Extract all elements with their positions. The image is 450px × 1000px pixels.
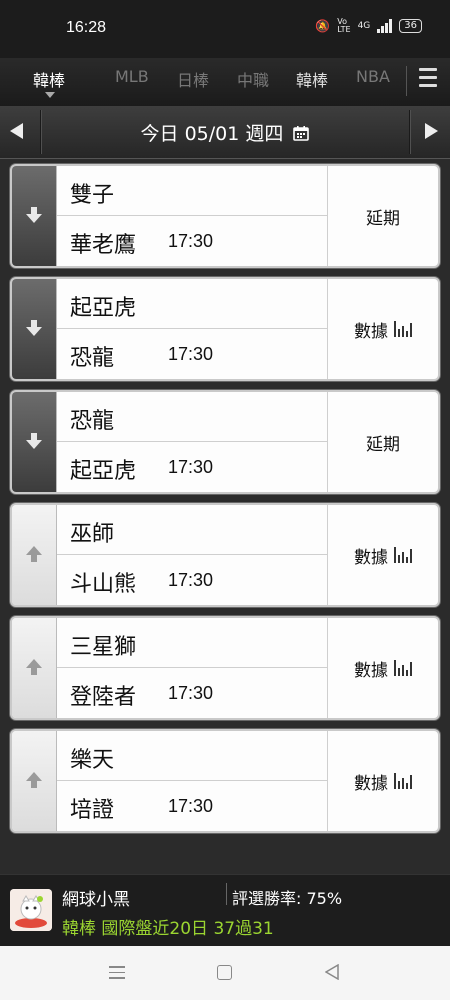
volte-icon: Vo LTE	[337, 17, 351, 34]
away-team: 登陸者	[70, 685, 137, 710]
calendar-icon[interactable]	[293, 124, 310, 146]
game-card[interactable]: 恐龍 起亞虎 17:30 延期	[10, 390, 440, 494]
divider	[409, 110, 410, 154]
trend-side	[12, 279, 57, 379]
bar-chart-icon	[394, 321, 412, 337]
tab-npb[interactable]: 日棒	[177, 67, 209, 91]
game-time: 17:30	[168, 683, 214, 703]
tab-kbo-active[interactable]: 韓棒	[33, 67, 65, 91]
game-list: 雙子 華老鷹 17:30 延期 起亞虎 恐龍 17:30 數據 恐龍 起亞虎 1…	[10, 164, 440, 842]
game-stats-button[interactable]: 數據	[328, 279, 438, 379]
bar-chart-icon	[394, 660, 412, 676]
game-time: 17:30	[168, 457, 214, 477]
game-card[interactable]: 樂天 培證 17:30 數據	[10, 729, 440, 833]
mute-icon: 🔕	[315, 19, 331, 33]
home-icon[interactable]	[217, 965, 232, 980]
divider	[57, 780, 327, 781]
game-card[interactable]: 巫師 斗山熊 17:30 數據	[10, 503, 440, 607]
game-time: 17:30	[168, 796, 214, 816]
trend-side	[12, 731, 57, 831]
trend-side	[12, 166, 57, 266]
arrow-up-icon	[24, 658, 44, 680]
tab-dropdown-indicator-icon[interactable]	[45, 92, 55, 98]
date-label: 今日 05/01 週四	[140, 123, 284, 145]
game-card[interactable]: 起亞虎 恐龍 17:30 數據	[10, 277, 440, 381]
tab-mlb[interactable]: MLB	[115, 67, 149, 86]
tab-divider	[406, 66, 407, 96]
divider	[57, 441, 327, 442]
game-time: 17:30	[168, 570, 214, 590]
home-team: 恐龍	[70, 409, 115, 434]
tipster-name: 網球小黑	[62, 890, 130, 910]
divider	[57, 554, 327, 555]
status-bar: 16:28 🔕 Vo LTE 4G 36	[0, 0, 450, 58]
battery-icon: 36	[399, 19, 422, 33]
away-team: 斗山熊	[70, 572, 137, 597]
game-stats-button[interactable]: 數據	[328, 505, 438, 605]
game-status-button[interactable]: 延期	[328, 392, 438, 492]
tipster-avatar[interactable]	[10, 889, 52, 931]
arrow-down-icon	[24, 319, 44, 341]
trend-side	[12, 618, 57, 718]
tab-cpbl[interactable]: 中職	[237, 67, 269, 91]
game-card[interactable]: 三星獅 登陸者 17:30 數據	[10, 616, 440, 720]
game-status-button[interactable]: 延期	[328, 166, 438, 266]
divider	[57, 328, 327, 329]
away-team: 培證	[70, 798, 115, 823]
game-time: 17:30	[168, 344, 214, 364]
network-type: 4G	[357, 21, 371, 31]
trend-side	[12, 392, 57, 492]
divider	[226, 883, 227, 905]
tab-kbo[interactable]: 韓棒	[296, 67, 328, 91]
game-status: 延期	[366, 434, 400, 455]
away-team: 華老鷹	[70, 233, 137, 258]
game-stats-button[interactable]: 數據	[328, 731, 438, 831]
tipster-win-rate: 評選勝率: 75%	[232, 889, 343, 908]
status-icons: 🔕 Vo LTE 4G 36	[315, 18, 422, 34]
bar-chart-icon	[394, 773, 412, 789]
home-team: 三星獅	[70, 635, 137, 660]
next-day-icon[interactable]	[425, 123, 438, 139]
recents-icon[interactable]	[109, 966, 125, 983]
arrow-up-icon	[24, 545, 44, 567]
game-status: 延期	[366, 208, 400, 229]
tipster-record: 韓棒 國際盤近20日 37過31	[62, 919, 274, 939]
signal-icon	[377, 19, 393, 33]
status-time: 16:28	[66, 19, 107, 36]
hamburger-menu-icon[interactable]	[419, 68, 437, 92]
away-team: 起亞虎	[70, 459, 137, 484]
arrow-down-icon	[24, 432, 44, 454]
back-icon[interactable]	[324, 963, 339, 984]
divider	[57, 215, 327, 216]
league-tab-bar: 韓棒 MLB 日棒 中職 韓棒 NBA	[0, 58, 450, 107]
date-selector[interactable]: 今日 05/01 週四	[0, 119, 450, 146]
trend-side	[12, 505, 57, 605]
game-status: 數據	[354, 773, 388, 794]
away-team: 恐龍	[70, 346, 115, 371]
arrow-down-icon	[24, 206, 44, 228]
tab-nba[interactable]: NBA	[356, 67, 390, 86]
game-status: 數據	[354, 660, 388, 681]
system-nav-bar	[0, 946, 450, 1000]
date-bar: 今日 05/01 週四	[0, 106, 450, 159]
divider	[57, 667, 327, 668]
home-team: 雙子	[70, 183, 115, 208]
game-stats-button[interactable]: 數據	[328, 618, 438, 718]
game-status: 數據	[354, 321, 388, 342]
tipster-banner[interactable]: 網球小黑 評選勝率: 75% 韓棒 國際盤近20日 37過31	[0, 874, 450, 947]
bar-chart-icon	[394, 547, 412, 563]
home-team: 巫師	[70, 522, 115, 547]
arrow-up-icon	[24, 771, 44, 793]
home-team: 樂天	[70, 748, 115, 773]
game-card[interactable]: 雙子 華老鷹 17:30 延期	[10, 164, 440, 268]
home-team: 起亞虎	[70, 296, 137, 321]
game-time: 17:30	[168, 231, 214, 251]
game-status: 數據	[354, 547, 388, 568]
